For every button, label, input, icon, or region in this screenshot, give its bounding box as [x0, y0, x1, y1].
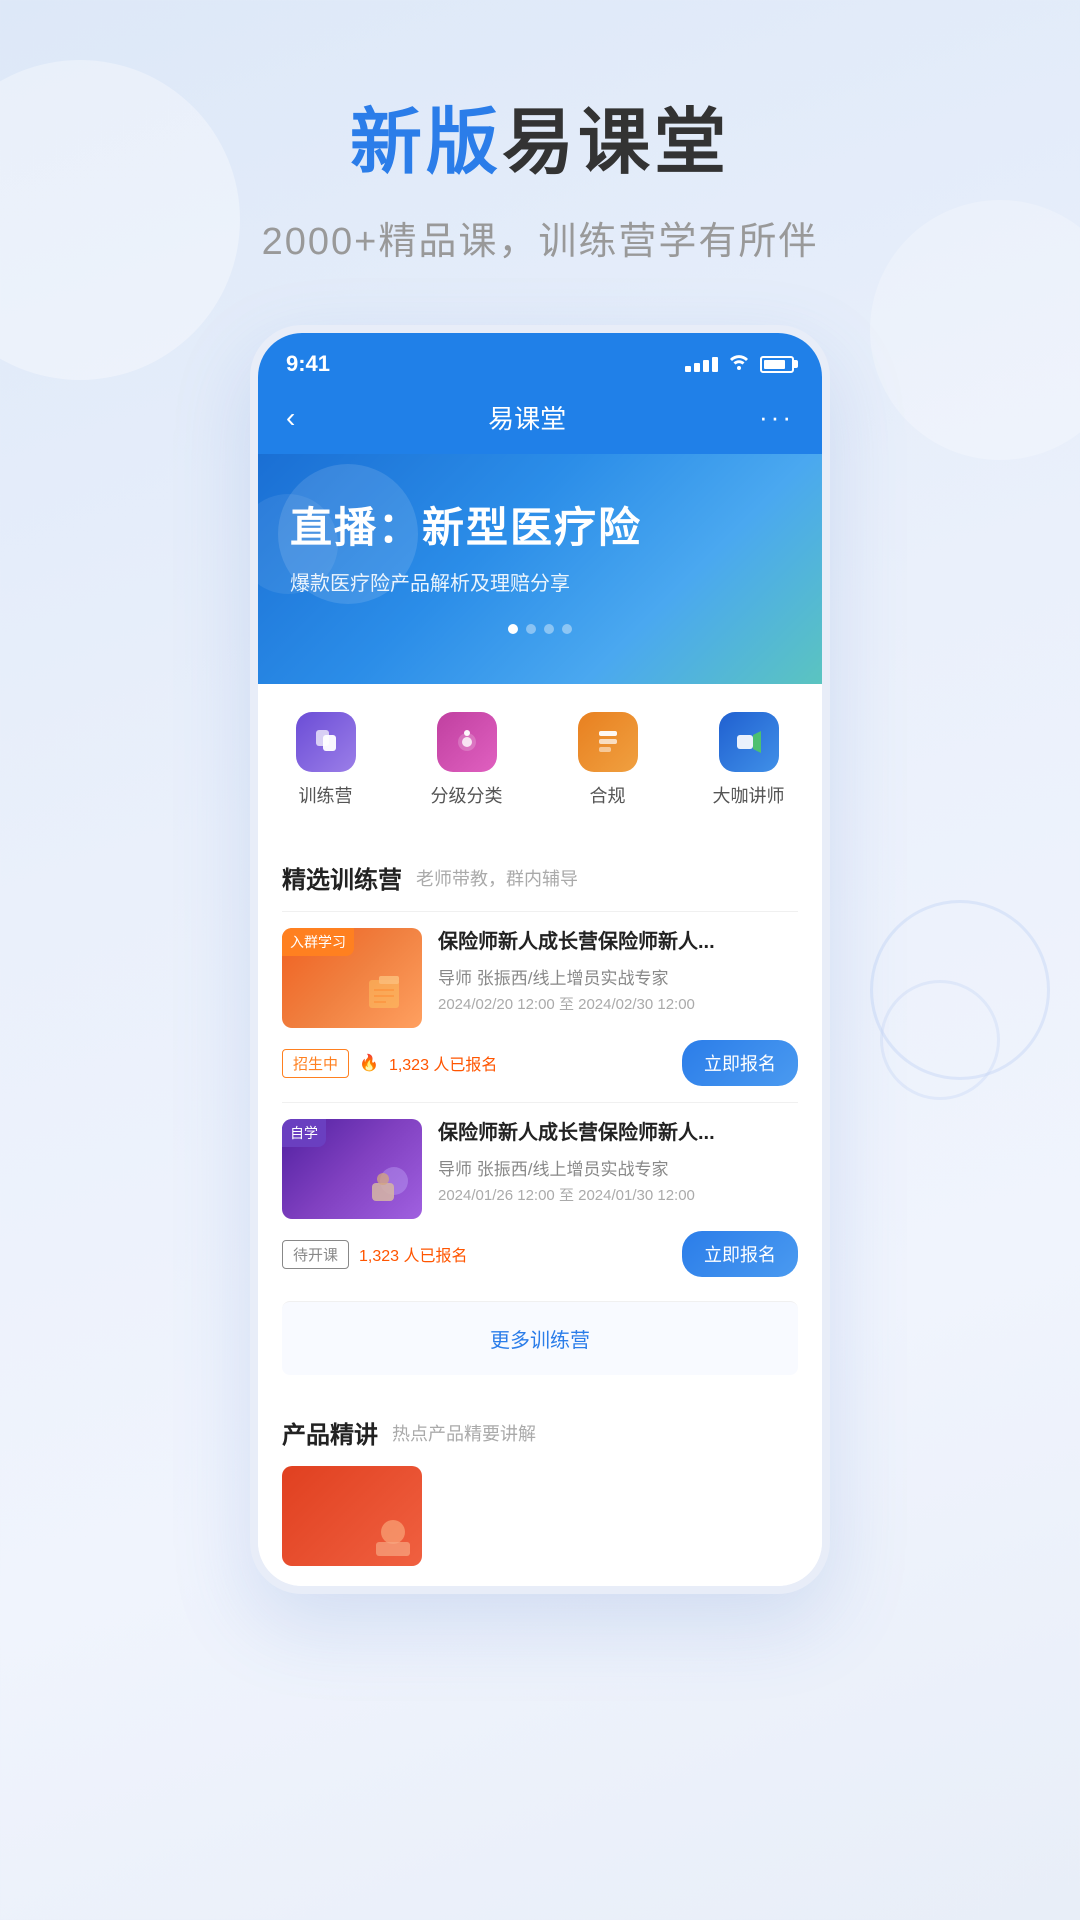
- quick-menu-label-training: 训练营: [299, 782, 353, 808]
- featured-section: 精选训练营 老师带教，群内辅导 入群学习: [258, 840, 822, 1375]
- phone-mockup-wrapper: 9:41 ‹ 易课堂: [0, 325, 1080, 1594]
- quick-menu: 训练营 分级分类: [258, 684, 822, 828]
- section-desc-featured: 老师带教，群内辅导: [416, 865, 578, 891]
- more-button[interactable]: ···: [759, 402, 794, 433]
- course-info-2: 保险师新人成长营保险师新人... 导师 张振西/线上增员实战专家 2024/01…: [438, 1119, 798, 1219]
- quick-menu-label-category: 分级分类: [431, 782, 503, 808]
- course-name-1: 保险师新人成长营保险师新人...: [438, 928, 798, 956]
- banner-dot-4[interactable]: [562, 624, 572, 634]
- tag-count-2: 1,323 人已报名: [359, 1242, 468, 1266]
- app-title-blue: 新版: [350, 103, 502, 183]
- banner[interactable]: 直播：新型医疗险 爆款医疗险产品解析及理赔分享: [258, 454, 822, 684]
- register-btn-1[interactable]: 立即报名: [682, 1040, 798, 1086]
- more-training-btn[interactable]: 更多训练营: [282, 1301, 798, 1375]
- banner-title: 直播：新型医疗险: [290, 494, 790, 555]
- course-footer-2: 待开课 1,323 人已报名 立即报名: [282, 1231, 798, 1277]
- battery-icon: [760, 356, 794, 373]
- course-badge-1: 入群学习: [282, 928, 354, 956]
- product-thumb: [282, 1466, 422, 1566]
- course-time-2: 2024/01/26 12:00 至 2024/01/30 12:00: [438, 1184, 798, 1205]
- register-btn-2[interactable]: 立即报名: [682, 1231, 798, 1277]
- banner-dots: [290, 624, 790, 634]
- category-icon: [437, 712, 497, 772]
- course-thumb-2: 自学: [282, 1119, 422, 1219]
- banner-dot-1[interactable]: [508, 624, 518, 634]
- speaker-icon: [719, 712, 779, 772]
- section-header-featured: 精选训练营 老师带教，群内辅导: [282, 840, 798, 911]
- section-header-product: 产品精讲 热点产品精要讲解: [282, 1395, 798, 1466]
- course-card-1[interactable]: 入群学习 保险师新人成长营保险师新人... 导师 张振西/线上增员实战专家 20…: [282, 911, 798, 1102]
- course-name-2: 保险师新人成长营保险师新人...: [438, 1119, 798, 1147]
- app-subtitle: 2000+精品课，训练营学有所伴: [0, 210, 1080, 265]
- fire-icon-1: 🔥: [359, 1053, 379, 1073]
- app-title: 新版易课堂: [0, 100, 1080, 186]
- quick-menu-label-speaker: 大咖讲师: [713, 782, 785, 808]
- nav-title: 易课堂: [488, 399, 566, 436]
- banner-subtitle: 爆款医疗险产品解析及理赔分享: [290, 567, 790, 596]
- section-desc-product: 热点产品精要讲解: [392, 1420, 536, 1446]
- quick-menu-item-category[interactable]: 分级分类: [431, 712, 503, 808]
- quick-menu-item-speaker[interactable]: 大咖讲师: [713, 712, 785, 808]
- product-section: 产品精讲 热点产品精要讲解: [258, 1395, 822, 1586]
- training-icon: [296, 712, 356, 772]
- wifi-icon: [728, 352, 750, 376]
- tag-status-2: 待开课: [282, 1240, 349, 1269]
- signal-icon: [685, 357, 718, 372]
- banner-dot-2[interactable]: [526, 624, 536, 634]
- course-footer-1: 招生中 🔥 1,323 人已报名 立即报名: [282, 1040, 798, 1086]
- course-time-1: 2024/02/20 12:00 至 2024/02/30 12:00: [438, 993, 798, 1014]
- status-bar: 9:41: [258, 333, 822, 387]
- course-teacher-2: 导师 张振西/线上增员实战专家: [438, 1155, 798, 1180]
- quick-menu-item-compliance[interactable]: 合规: [578, 712, 638, 808]
- course-card-2[interactable]: 自学 保险师新人成长营保险师新人... 导师 张振西/线上增员实战专家 2024…: [282, 1102, 798, 1293]
- status-time: 9:41: [286, 351, 330, 377]
- app-header: 新版易课堂 2000+精品课，训练营学有所伴: [0, 0, 1080, 325]
- quick-menu-label-compliance: 合规: [590, 782, 626, 808]
- section-title-featured: 精选训练营: [282, 860, 402, 895]
- compliance-icon: [578, 712, 638, 772]
- section-title-product: 产品精讲: [282, 1415, 378, 1450]
- back-button[interactable]: ‹: [286, 402, 295, 434]
- nav-bar: ‹ 易课堂 ···: [258, 387, 822, 454]
- course-badge-2: 自学: [282, 1119, 326, 1147]
- tag-count-1: 1,323 人已报名: [389, 1051, 498, 1075]
- course-teacher-1: 导师 张振西/线上增员实战专家: [438, 964, 798, 989]
- status-icons: [685, 352, 794, 376]
- quick-menu-item-training[interactable]: 训练营: [296, 712, 356, 808]
- course-info-1: 保险师新人成长营保险师新人... 导师 张振西/线上增员实战专家 2024/02…: [438, 928, 798, 1028]
- tag-status-1: 招生中: [282, 1049, 349, 1078]
- course-thumb-1: 入群学习: [282, 928, 422, 1028]
- phone-mockup: 9:41 ‹ 易课堂: [250, 325, 830, 1594]
- banner-dot-3[interactable]: [544, 624, 554, 634]
- product-teaser: [282, 1466, 798, 1586]
